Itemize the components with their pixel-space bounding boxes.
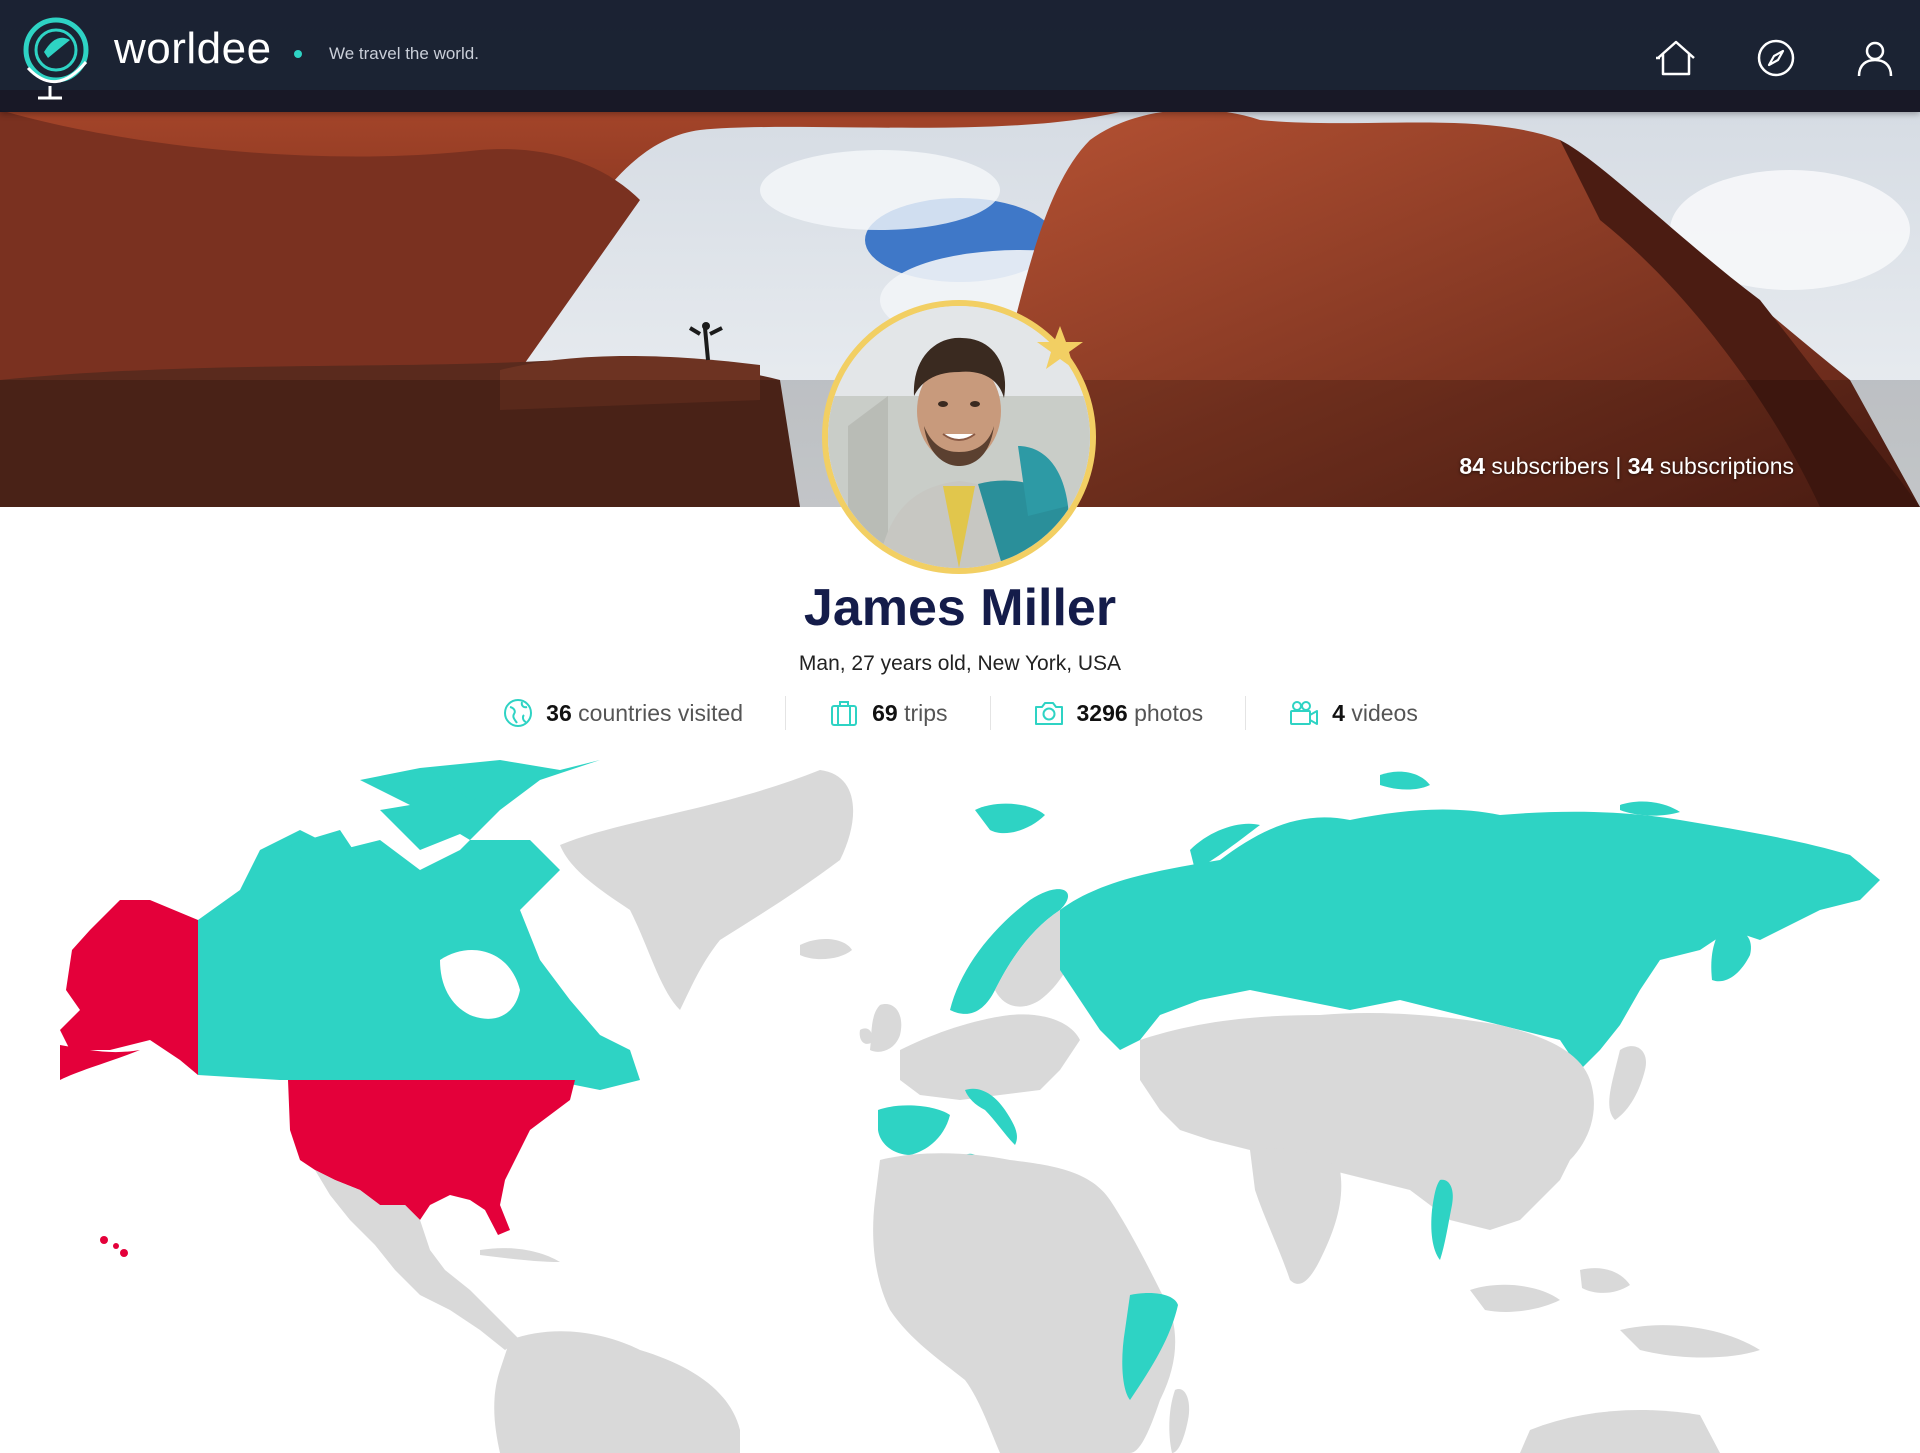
stat-photos-label: photos (1134, 699, 1204, 726)
tagline: We travel the world. (329, 44, 479, 63)
suitcase-icon (831, 701, 858, 726)
map-hawaii[interactable] (100, 1236, 108, 1244)
stat-countries-count: 36 (546, 699, 572, 726)
stat-videos-label: videos (1351, 699, 1418, 726)
map-hawaii-2[interactable] (113, 1243, 119, 1249)
brand-dot (294, 50, 302, 58)
stat-photos-count: 3296 (1076, 699, 1128, 726)
subscriptions-label[interactable]: subscriptions (1660, 453, 1794, 479)
map-alaska-peninsula[interactable] (60, 1045, 140, 1080)
video-camera-icon (1290, 701, 1319, 725)
map-south-america[interactable] (494, 1331, 740, 1453)
worldee-logo-icon[interactable] (20, 12, 92, 102)
map-spain[interactable] (878, 1105, 950, 1155)
map-ireland[interactable] (859, 1028, 873, 1044)
map-italy[interactable] (965, 1088, 1017, 1145)
stat-photos[interactable]: 3296 photos (991, 697, 1246, 729)
profile-stats: 36 countries visited 69 trips 3296 photo… (0, 690, 1920, 736)
map-japan[interactable] (1609, 1046, 1646, 1120)
top-navigation-bar: worldee We travel the world. (0, 0, 1920, 112)
map-russia-islands-east[interactable] (1620, 801, 1680, 816)
subscribers-label[interactable]: subscribers (1491, 453, 1609, 479)
stat-videos-count: 4 (1332, 699, 1345, 726)
user-icon[interactable] (1853, 36, 1897, 80)
map-severnaya[interactable] (1380, 771, 1430, 790)
map-uk[interactable] (870, 1004, 902, 1052)
map-australia[interactable] (1520, 1410, 1720, 1453)
map-europe[interactable] (900, 1014, 1080, 1100)
map-se-asia[interactable] (1470, 1268, 1760, 1358)
visited-countries-map[interactable] (0, 750, 1920, 1453)
subscribers-count[interactable]: 84 (1459, 453, 1485, 479)
stat-countries-label: countries visited (578, 699, 744, 726)
map-madagascar[interactable] (1169, 1389, 1190, 1453)
subscription-counts: 84 subscribers | 34 subscriptions (1459, 453, 1794, 480)
stat-trips-label: trips (904, 699, 948, 726)
star-badge-icon (1037, 326, 1083, 369)
stat-videos[interactable]: 4 videos (1246, 697, 1460, 729)
globe-icon (504, 699, 533, 727)
map-hawaii-3[interactable] (120, 1249, 128, 1257)
profile-details: Man, 27 years old, New York, USA (798, 652, 1122, 675)
subscriptions-count[interactable]: 34 (1628, 453, 1654, 479)
compass-icon[interactable] (1754, 36, 1798, 80)
camera-icon (1034, 702, 1063, 725)
stat-trips[interactable]: 69 trips (786, 697, 989, 729)
profile-name: James Miller (803, 579, 1117, 637)
home-icon[interactable] (1654, 36, 1698, 80)
map-svalbard[interactable] (975, 803, 1045, 834)
subs-separator: | (1615, 453, 1628, 479)
map-greenland[interactable] (560, 770, 854, 1010)
brand-name[interactable]: worldee (114, 24, 272, 74)
stat-countries[interactable]: 36 countries visited (460, 697, 785, 729)
map-india[interactable] (1250, 1148, 1342, 1284)
map-asia[interactable] (1140, 1013, 1594, 1230)
map-kamchatka[interactable] (1711, 928, 1751, 982)
stat-trips-count: 69 (872, 699, 898, 726)
map-iceland[interactable] (800, 938, 852, 960)
map-usa[interactable] (288, 1080, 575, 1235)
map-cuba[interactable] (480, 1248, 560, 1262)
